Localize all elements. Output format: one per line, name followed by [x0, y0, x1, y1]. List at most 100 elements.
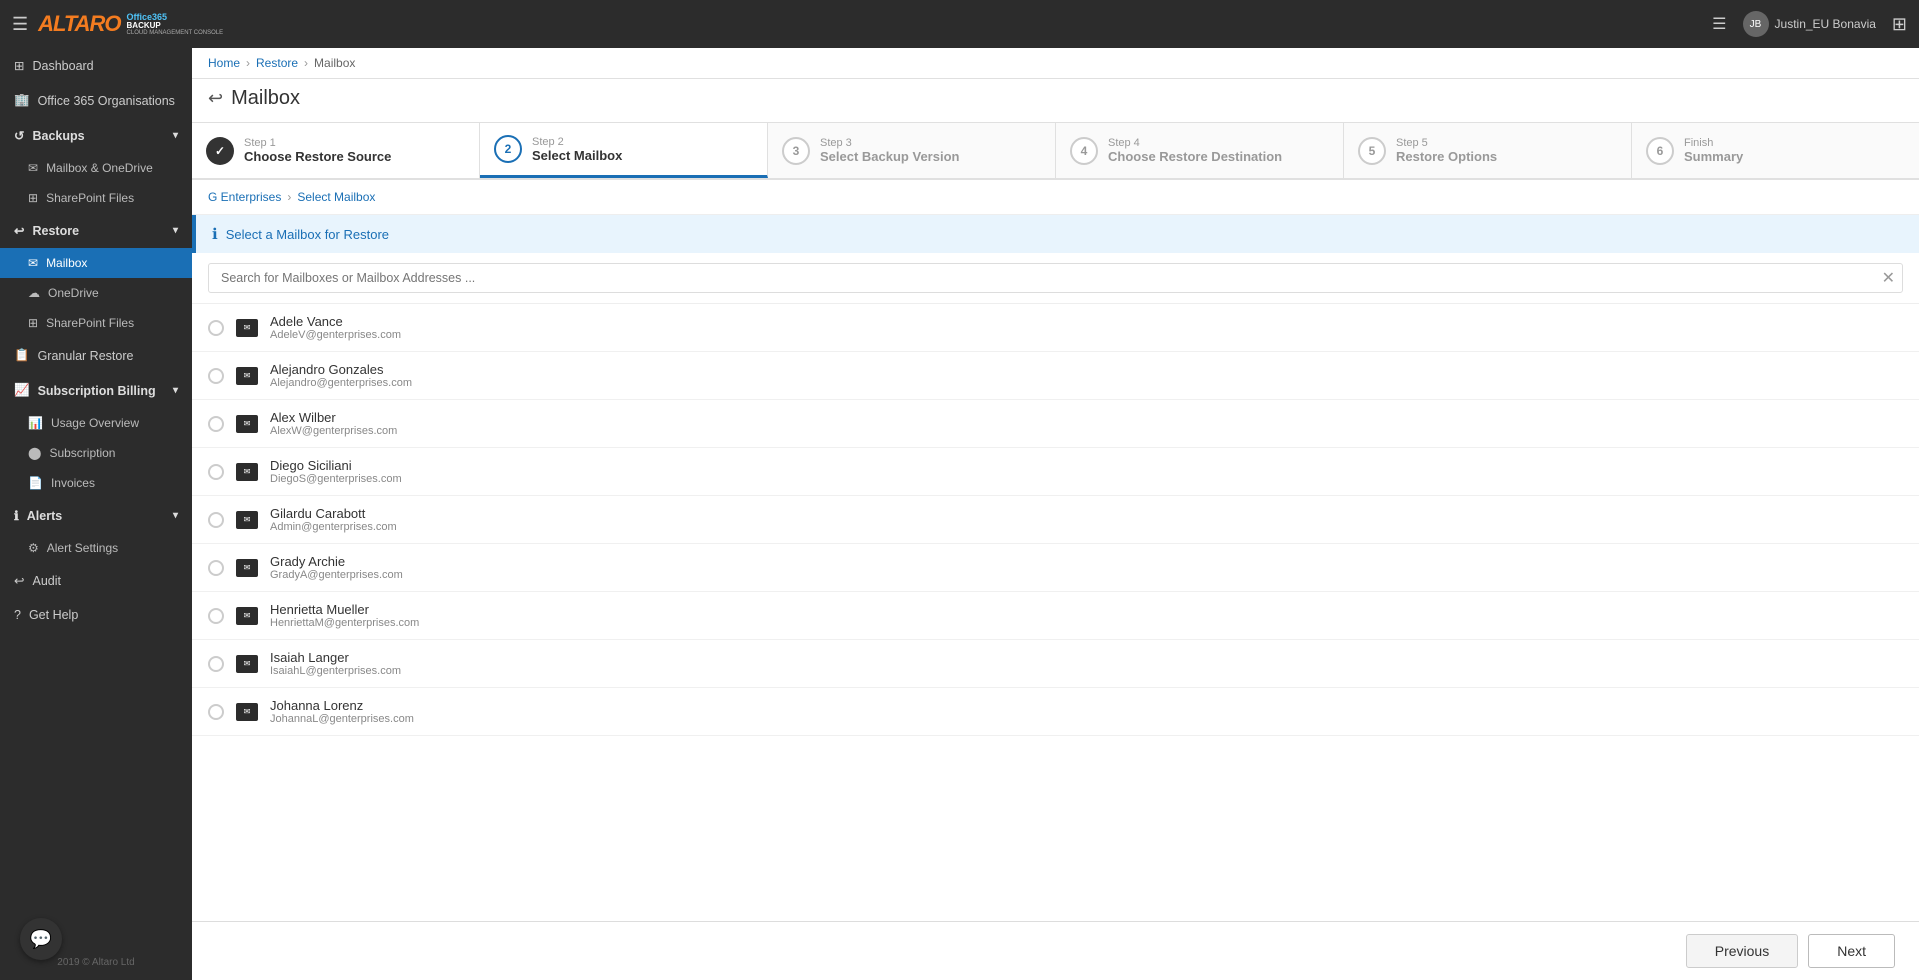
mailbox-radio[interactable] — [208, 416, 224, 432]
step-1: ✓ Step 1 Choose Restore Source — [192, 123, 480, 178]
mailbox-radio[interactable] — [208, 368, 224, 384]
info-icon: ℹ — [212, 225, 218, 243]
sidebar-item-onedrive[interactable]: ☁ OneDrive — [0, 278, 192, 308]
sidebar-item-subscription[interactable]: ⬤ Subscription — [0, 438, 192, 468]
mailbox-radio[interactable] — [208, 560, 224, 576]
breadcrumb: Home › Restore › Mailbox — [192, 48, 1919, 79]
mailbox-email: HenriettaM@genterprises.com — [270, 617, 419, 629]
mailbox-list: ✉ Adele Vance AdeleV@genterprises.com ✉ … — [192, 304, 1919, 736]
sidebar-item-audit[interactable]: ↩ Audit — [0, 563, 192, 598]
logo-backup: BACKUP — [127, 22, 224, 30]
breadcrumb-restore[interactable]: Restore — [256, 56, 298, 70]
mailbox-radio[interactable] — [208, 608, 224, 624]
search-input[interactable] — [208, 263, 1903, 293]
step-3-circle: 3 — [782, 137, 810, 165]
mailbox-row[interactable]: ✉ Johanna Lorenz JohannaL@genterprises.c… — [192, 688, 1919, 736]
billing-icon: 📈 — [14, 383, 30, 398]
mailbox-radio[interactable] — [208, 656, 224, 672]
chat-button[interactable]: 💬 — [20, 918, 62, 960]
chevron-down-icon: ▾ — [173, 130, 178, 141]
mailbox-name: Henrietta Mueller — [270, 602, 419, 617]
step-4-info: Step 4 Choose Restore Destination — [1108, 137, 1282, 164]
sidebar-item-label: Alerts — [27, 509, 62, 523]
previous-button[interactable]: Previous — [1686, 934, 1798, 968]
mailbox-row[interactable]: ✉ Alejandro Gonzales Alejandro@genterpri… — [192, 352, 1919, 400]
mailbox-email: JohannaL@genterprises.com — [270, 713, 414, 725]
sidebar-item-label: Restore — [32, 224, 79, 238]
notifications-icon[interactable]: ☰ — [1712, 14, 1726, 34]
next-button[interactable]: Next — [1808, 934, 1895, 968]
usage-icon: 📊 — [28, 416, 43, 430]
mailbox-email: GradyA@genterprises.com — [270, 569, 403, 581]
grid-icon[interactable]: ⊞ — [1892, 14, 1907, 35]
sidebar-item-office365[interactable]: 🏢 Office 365 Organisations — [0, 83, 192, 118]
step-5: 5 Step 5 Restore Options — [1344, 123, 1632, 178]
step-6-info: Finish Summary — [1684, 137, 1743, 164]
sidebar-item-usage-overview[interactable]: 📊 Usage Overview — [0, 408, 192, 438]
main-layout: ⊞ Dashboard 🏢 Office 365 Organisations ↺… — [0, 48, 1919, 980]
step-6: 6 Finish Summary — [1632, 123, 1919, 178]
mailbox-email: IsaiahL@genterprises.com — [270, 665, 401, 677]
breadcrumb-home[interactable]: Home — [208, 56, 240, 70]
sidebar-item-alert-settings[interactable]: ⚙ Alert Settings — [0, 533, 192, 563]
sidebar-item-label: Office 365 Organisations — [38, 94, 175, 108]
mailbox-radio[interactable] — [208, 320, 224, 336]
chevron-down-icon: ▾ — [173, 510, 178, 521]
user-badge[interactable]: JB Justin_EU Bonavia — [1743, 11, 1876, 37]
step-1-circle: ✓ — [206, 137, 234, 165]
avatar: JB — [1743, 11, 1769, 37]
breadcrumb-current: Mailbox — [314, 56, 355, 70]
granular-restore-icon: 📋 — [14, 348, 30, 363]
mailbox-row[interactable]: ✉ Grady Archie GradyA@genterprises.com — [192, 544, 1919, 592]
topnav: ☰ ALTARO Office365 BACKUP CLOUD MANAGEME… — [0, 0, 1919, 48]
office365-icon: 🏢 — [14, 93, 30, 108]
sidebar-item-label: Granular Restore — [38, 349, 134, 363]
step-6-name: Summary — [1684, 149, 1743, 164]
mailbox-row[interactable]: ✉ Adele Vance AdeleV@genterprises.com — [192, 304, 1919, 352]
sidebar-item-dashboard[interactable]: ⊞ Dashboard — [0, 48, 192, 83]
sub-breadcrumb-current[interactable]: Select Mailbox — [297, 190, 375, 204]
mailbox-radio[interactable] — [208, 704, 224, 720]
mailbox-info: Johanna Lorenz JohannaL@genterprises.com — [270, 698, 414, 725]
mailbox-envelope-icon: ✉ — [236, 703, 258, 721]
mailbox-envelope-icon: ✉ — [236, 655, 258, 673]
sidebar-item-alerts[interactable]: ℹ Alerts ▾ — [0, 498, 192, 533]
user-name: Justin_EU Bonavia — [1775, 17, 1876, 31]
step-1-label: Step 1 — [244, 137, 391, 149]
logo: ALTARO Office365 BACKUP CLOUD MANAGEMENT… — [38, 11, 223, 37]
main-content: G Enterprises › Select Mailbox ℹ Select … — [192, 180, 1919, 921]
step-3-name: Select Backup Version — [820, 149, 959, 164]
mailbox-info: Diego Siciliani DiegoS@genterprises.com — [270, 458, 402, 485]
info-message: Select a Mailbox for Restore — [226, 227, 389, 242]
sidebar-item-label: Usage Overview — [51, 416, 139, 430]
alert-settings-icon: ⚙ — [28, 541, 39, 555]
sidebar-item-mailbox-onedrive[interactable]: ✉ Mailbox & OneDrive — [0, 153, 192, 183]
sidebar-item-restore[interactable]: ↩ Restore ▾ — [0, 213, 192, 248]
sub-breadcrumb-org[interactable]: G Enterprises — [208, 190, 281, 204]
mailbox-row[interactable]: ✉ Diego Siciliani DiegoS@genterprises.co… — [192, 448, 1919, 496]
mailbox-radio[interactable] — [208, 512, 224, 528]
sidebar-item-label: SharePoint Files — [46, 316, 134, 330]
close-icon[interactable]: ✕ — [1882, 268, 1895, 288]
mailbox-row[interactable]: ✉ Henrietta Mueller HenriettaM@genterpri… — [192, 592, 1919, 640]
hamburger-icon[interactable]: ☰ — [12, 14, 28, 35]
sidebar-item-granular-restore[interactable]: 📋 Granular Restore — [0, 338, 192, 373]
sidebar-item-backups[interactable]: ↺ Backups ▾ — [0, 118, 192, 153]
mailbox-envelope-icon: ✉ — [236, 511, 258, 529]
sidebar: ⊞ Dashboard 🏢 Office 365 Organisations ↺… — [0, 48, 192, 980]
mailbox-row[interactable]: ✉ Alex Wilber AlexW@genterprises.com — [192, 400, 1919, 448]
mailbox-row[interactable]: ✉ Gilardu Carabott Admin@genterprises.co… — [192, 496, 1919, 544]
sidebar-item-subscription-billing[interactable]: 📈 Subscription Billing ▾ — [0, 373, 192, 408]
sub-breadcrumb: G Enterprises › Select Mailbox — [192, 180, 1919, 215]
sidebar-item-sharepoint-backup[interactable]: ⊞ SharePoint Files — [0, 183, 192, 213]
step-6-label: Finish — [1684, 137, 1743, 149]
sidebar-item-get-help[interactable]: ? Get Help — [0, 598, 192, 632]
mailbox-radio[interactable] — [208, 464, 224, 480]
alerts-icon: ℹ — [14, 508, 19, 523]
sharepoint-icon: ⊞ — [28, 191, 38, 205]
sidebar-item-mailbox-restore[interactable]: ✉ Mailbox — [0, 248, 192, 278]
sidebar-item-invoices[interactable]: 📄 Invoices — [0, 468, 192, 498]
sidebar-item-sharepoint-restore[interactable]: ⊞ SharePoint Files — [0, 308, 192, 338]
mailbox-row[interactable]: ✉ Isaiah Langer IsaiahL@genterprises.com — [192, 640, 1919, 688]
mailbox-info: Adele Vance AdeleV@genterprises.com — [270, 314, 401, 341]
